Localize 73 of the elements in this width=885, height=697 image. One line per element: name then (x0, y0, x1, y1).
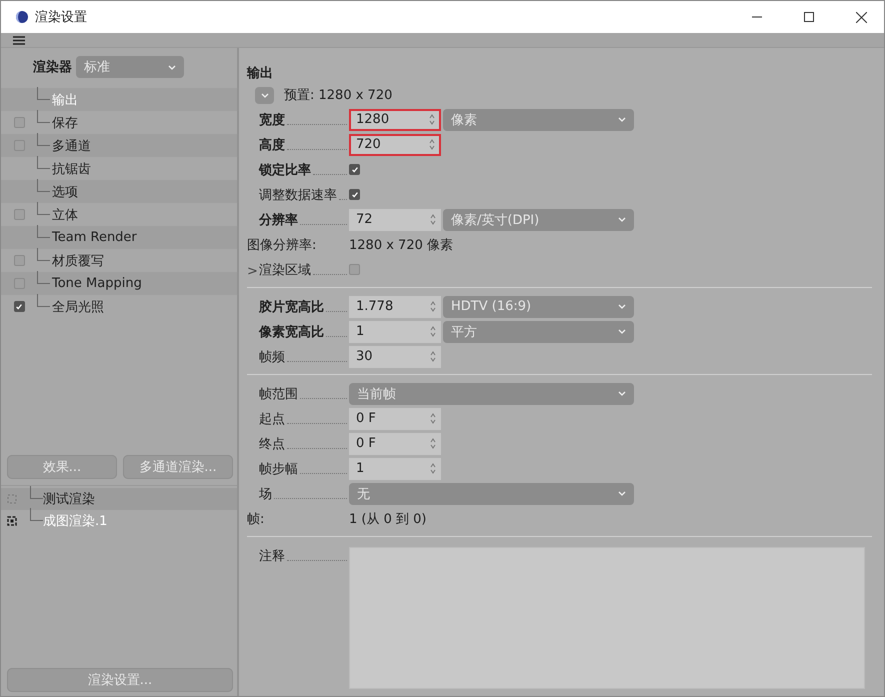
field-label: 分辨率 (259, 212, 298, 228)
info-value: 1280 x 720 像素 (349, 236, 453, 254)
number-field[interactable]: 0 F (349, 432, 441, 454)
renderer-label: 渲染器 (33, 58, 72, 76)
field-label: 图像分辨率: (247, 236, 316, 254)
preset-label: 预置: 1280 x 720 (284, 87, 392, 104)
tree-item[interactable]: 抗锯齿 (50, 160, 91, 178)
field-label: 渲染区域 (259, 262, 311, 278)
chevron-down-icon (618, 391, 626, 396)
close-icon (856, 12, 866, 22)
number-field[interactable]: 0 F (349, 408, 441, 430)
spinner-arrows-icon[interactable] (430, 463, 436, 474)
tree-item[interactable]: 多通道 (50, 136, 91, 154)
field-label: 终点 (259, 436, 285, 452)
field-label: 帧范围 (259, 386, 298, 402)
window-title: 渲染设置 (35, 9, 88, 26)
checkbox[interactable] (349, 189, 360, 200)
collapse-button[interactable] (255, 86, 274, 104)
tree-item[interactable]: 全局光照 (50, 298, 104, 316)
chevron-down-icon (260, 92, 268, 98)
chevron-down-icon (618, 304, 626, 309)
number-field[interactable]: 720 (349, 134, 441, 156)
field-label: 胶片宽高比 (259, 298, 324, 316)
spinner-arrows-icon[interactable] (430, 351, 436, 362)
checkbox[interactable] (349, 164, 360, 175)
field-label: 帧频 (259, 348, 285, 366)
checkbox[interactable] (14, 255, 24, 266)
number-field[interactable]: 30 (349, 346, 441, 368)
spinner-arrows-icon[interactable] (430, 214, 436, 225)
chevron-down-icon (618, 491, 626, 496)
tree-item[interactable]: 保存 (50, 114, 78, 132)
spinner-arrows-icon[interactable] (429, 114, 435, 125)
field-label: 帧步幅 (259, 460, 298, 478)
chevron-down-icon (618, 217, 626, 222)
list-row[interactable]: 测试渲染 (1, 488, 237, 510)
number-field[interactable]: 1 (349, 320, 441, 342)
checkbox[interactable] (349, 264, 360, 275)
checkbox[interactable] (14, 117, 24, 128)
list-item-label: 测试渲染 (43, 490, 95, 508)
field-label: 高度 (259, 136, 285, 154)
spinner-arrows-icon[interactable] (430, 326, 436, 337)
number-field[interactable]: 1280 (349, 108, 441, 130)
notes-field[interactable] (349, 547, 865, 689)
tree-item[interactable]: 立体 (50, 206, 78, 224)
menu-icon[interactable] (13, 36, 25, 44)
number-field[interactable]: 72 (349, 208, 441, 230)
expand-arrow[interactable]: > (247, 264, 259, 278)
app-logo-icon (15, 10, 29, 24)
section-title: 输出 (247, 65, 274, 83)
checkbox[interactable] (14, 301, 24, 312)
number-field[interactable]: 1 (349, 458, 441, 480)
field-label: 宽度 (259, 112, 285, 128)
list-item-label: 成图渲染.1 (43, 512, 108, 530)
field-label: 起点 (259, 410, 285, 428)
spinner-arrows-icon[interactable] (429, 139, 435, 150)
field-label: 锁定比率 (259, 162, 311, 178)
checkbox[interactable] (14, 209, 24, 220)
chevron-down-icon (168, 64, 176, 70)
spinner-arrows-icon[interactable] (430, 413, 436, 424)
chevron-down-icon (618, 329, 626, 334)
chevron-down-icon (618, 117, 626, 122)
spinner-arrows-icon[interactable] (430, 301, 436, 312)
tree-item[interactable]: 材质覆写 (50, 252, 104, 270)
tree-item[interactable]: 选项 (50, 182, 78, 200)
field-label: 调整数据速率 (259, 186, 337, 204)
field-label: 场 (259, 486, 272, 502)
field-label: 像素宽高比 (259, 324, 324, 340)
spinner-arrows-icon[interactable] (430, 438, 436, 449)
number-field[interactable]: 1.778 (349, 296, 441, 318)
field-label: 帧: (247, 510, 264, 528)
field-label: 注释 (259, 548, 285, 565)
maximize-icon (804, 12, 814, 22)
info-value: 1 (从 0 到 0) (349, 510, 426, 528)
